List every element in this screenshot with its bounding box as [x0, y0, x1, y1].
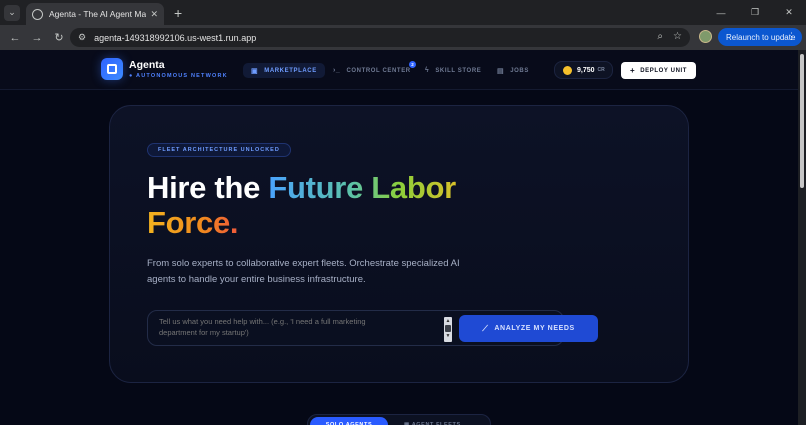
logo-icon[interactable] — [101, 58, 123, 80]
globe-icon — [32, 8, 43, 20]
tab-search-icon[interactable]: ⌄ — [4, 4, 20, 21]
window-controls: — ❐ ✕ — [704, 0, 806, 25]
needs-input[interactable] — [159, 316, 399, 338]
nav-control-center[interactable]: ›_ CONTROL CENTER — [325, 63, 419, 78]
title-part-1: Hire the — [147, 170, 269, 205]
deploy-unit-button[interactable]: + DEPLOY UNIT — [621, 62, 696, 79]
minimize-icon[interactable]: — — [704, 0, 738, 25]
credits-balance[interactable]: 9,750 CR — [554, 61, 613, 79]
nav-label: JOBS — [510, 67, 529, 74]
scroll-down-icon[interactable]: ▼ — [444, 332, 452, 340]
nav-label: CONTROL CENTER — [346, 67, 411, 74]
nav-skill-store[interactable]: ϟ SKILL STORE — [417, 63, 489, 78]
new-tab-icon[interactable]: + — [174, 5, 182, 21]
relaunch-label: Relaunch to update — [726, 32, 796, 42]
credits-value: 9,750 — [577, 66, 595, 74]
title-part-2: Future Labor — [268, 170, 456, 205]
notification-badge: 2 — [409, 61, 416, 68]
analyze-label: ANALYZE MY NEEDS — [494, 325, 575, 332]
url-text[interactable]: agenta-149318992106.us-west1.run.app — [94, 33, 256, 43]
back-icon[interactable]: ← — [4, 32, 26, 44]
hero-description: From solo experts to collaborative exper… — [147, 258, 460, 285]
scrollbar-thumb[interactable] — [800, 54, 804, 188]
brand-name: Agenta — [129, 59, 165, 71]
zoom-icon[interactable]: ⌕ — [657, 31, 663, 42]
magic-wand-icon: ⟋ — [482, 323, 489, 333]
profile-avatar[interactable] — [699, 30, 712, 43]
scroll-up-icon[interactable]: ▲ — [444, 317, 452, 325]
restore-icon[interactable]: ❐ — [738, 0, 772, 25]
needs-input-container: ▲ ▼ ⟋ ANALYZE MY NEEDS — [147, 310, 598, 346]
tab-solo-agents[interactable]: SOLO AGENTS — [310, 417, 388, 425]
status-pill: FLEET ARCHITECTURE UNLOCKED — [147, 143, 291, 157]
credits-unit: CR — [597, 67, 605, 73]
window-close-icon[interactable]: ✕ — [772, 0, 806, 25]
deploy-label: DEPLOY UNIT — [640, 67, 688, 74]
app-header: Agenta ● AUTONOMOUS NETWORK ▣ MARKETPLAC… — [0, 50, 798, 90]
address-bar: ← → ↻ ⚙ agenta-149318992106.us-west1.run… — [0, 25, 806, 50]
bookmark-star-icon[interactable]: ☆ — [673, 31, 682, 42]
page-title: Hire the Future Labor Force. — [147, 170, 456, 240]
briefcase-icon: ▤ — [497, 67, 505, 75]
brand-tagline: ● AUTONOMOUS NETWORK — [129, 73, 228, 79]
textarea-scrollbar[interactable]: ▲ ▼ — [444, 317, 452, 342]
grid-icon: ▣ — [251, 67, 259, 75]
reload-icon[interactable]: ↻ — [48, 31, 70, 44]
forward-icon[interactable]: → — [26, 32, 48, 44]
plus-icon: + — [629, 66, 636, 75]
title-part-3: Force. — [147, 205, 239, 240]
bolt-icon: ϟ — [425, 67, 430, 74]
nav-marketplace[interactable]: ▣ MARKETPLACE — [243, 63, 325, 78]
tab-agent-fleets[interactable]: ▦ AGENT FLEETS — [404, 417, 461, 425]
analyze-needs-button[interactable]: ⟋ ANALYZE MY NEEDS — [459, 315, 598, 342]
app-viewport: Agenta ● AUTONOMOUS NETWORK ▣ MARKETPLAC… — [0, 50, 798, 425]
relaunch-button[interactable]: Relaunch to update ⋮ — [718, 28, 802, 46]
hero-card: FLEET ARCHITECTURE UNLOCKED Hire the Fut… — [109, 105, 689, 383]
site-info-icon[interactable]: ⚙ — [78, 32, 86, 43]
nav-jobs[interactable]: ▤ JOBS — [489, 63, 537, 78]
omnibox[interactable]: ⚙ agenta-149318992106.us-west1.run.app ⌕… — [70, 28, 690, 47]
nav-label: MARKETPLACE — [264, 67, 317, 74]
tab-title: Agenta - The AI Agent Marketplace — [49, 9, 147, 19]
browser-tab-strip: ⌄ Agenta - The AI Agent Marketplace ✕ + … — [0, 0, 806, 25]
more-menu-icon[interactable]: ⋮ — [787, 31, 796, 42]
coin-icon — [563, 65, 572, 75]
terminal-icon: ›_ — [333, 67, 341, 74]
agent-type-tabs: SOLO AGENTS ▦ AGENT FLEETS — [307, 414, 491, 425]
browser-tab[interactable]: Agenta - The AI Agent Marketplace ✕ — [26, 3, 164, 25]
nav-label: SKILL STORE — [435, 67, 482, 74]
page-scrollbar[interactable] — [798, 50, 806, 425]
close-icon[interactable]: ✕ — [150, 9, 158, 20]
